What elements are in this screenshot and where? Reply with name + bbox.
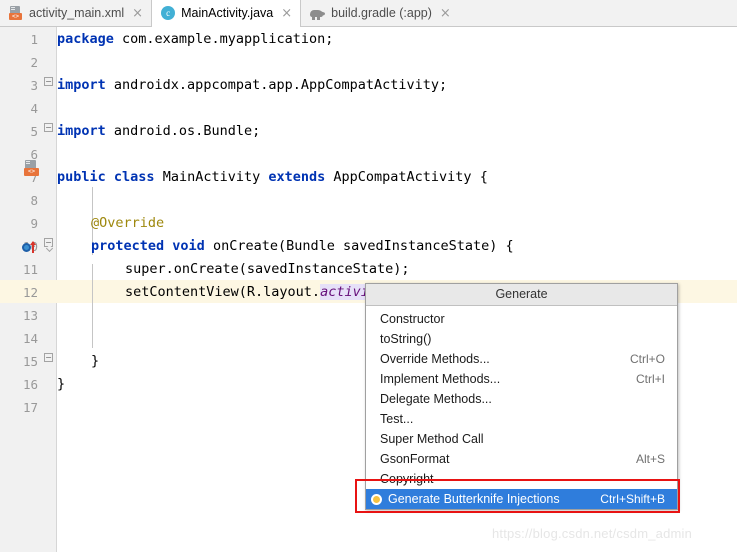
menu-item-test[interactable]: Test... bbox=[366, 409, 677, 429]
tab-build-gradle-app[interactable]: build.gradle (:app) × bbox=[301, 0, 459, 26]
fold-marker-method-end[interactable]: − bbox=[44, 353, 53, 362]
line-number: 12 bbox=[22, 285, 38, 300]
line-number: 11 bbox=[22, 262, 38, 277]
line-number: 13 bbox=[22, 308, 38, 323]
menu-item-super-method-call[interactable]: Super Method Call bbox=[366, 429, 677, 449]
menu-item-implement-methods[interactable]: Implement Methods... Ctrl+I bbox=[366, 369, 677, 389]
tab-label: MainActivity.java bbox=[181, 5, 274, 20]
popup-title: Generate bbox=[366, 284, 677, 306]
menu-item-label: Constructor bbox=[380, 312, 445, 326]
code-text: setContentView(R.layout. bbox=[125, 284, 321, 300]
menu-item-label: Generate Butterknife Injections bbox=[388, 492, 560, 506]
tab-label: build.gradle (:app) bbox=[331, 5, 432, 20]
menu-item-label: Copyright bbox=[380, 472, 434, 486]
line-number: 9 bbox=[30, 216, 38, 231]
code-text: android.os.Bundle; bbox=[105, 123, 261, 139]
editor-tab-bar: <> activity_main.xml × c MainActivity.ja… bbox=[0, 0, 737, 27]
menu-item-override-methods[interactable]: Override Methods... Ctrl+O bbox=[366, 349, 677, 369]
line-number: 15 bbox=[22, 354, 38, 369]
tab-mainactivity-java[interactable]: c MainActivity.java × bbox=[151, 0, 302, 27]
menu-item-shortcut: Alt+S bbox=[635, 452, 665, 466]
code-line-1: package com.example.myapplication; bbox=[57, 28, 333, 51]
keyword: class bbox=[113, 169, 155, 185]
line-number: 14 bbox=[22, 331, 38, 346]
line-number: 4 bbox=[30, 101, 38, 116]
code-text: androidx.appcompat.app.AppCompatActivity… bbox=[105, 77, 448, 93]
watermark-text: https://blog.csdn.net/csdm_admin bbox=[492, 526, 693, 541]
generate-popup-menu[interactable]: Generate Constructor toString() Override… bbox=[365, 283, 678, 510]
code-text: } bbox=[91, 353, 100, 369]
menu-item-copyright[interactable]: Copyright bbox=[366, 469, 677, 489]
menu-item-label: Implement Methods... bbox=[380, 372, 501, 386]
code-line-7: public class MainActivity extends AppCom… bbox=[57, 166, 488, 189]
line-number: 2 bbox=[30, 55, 38, 70]
menu-item-label: Override Methods... bbox=[380, 352, 490, 366]
keyword: void bbox=[172, 238, 205, 254]
tab-activity-main-xml[interactable]: <> activity_main.xml × bbox=[0, 0, 151, 26]
close-icon[interactable]: × bbox=[440, 7, 451, 20]
menu-item-shortcut: Ctrl+I bbox=[635, 372, 665, 386]
menu-item-label: toString() bbox=[380, 332, 432, 346]
code-line-15: } bbox=[91, 350, 99, 373]
code-text: AppCompatActivity { bbox=[325, 169, 488, 185]
menu-item-shortcut: Ctrl+Shift+B bbox=[600, 492, 665, 506]
keyword: public bbox=[57, 169, 106, 185]
line-number: 16 bbox=[22, 377, 38, 392]
keyword: import bbox=[57, 77, 106, 93]
keyword: package bbox=[57, 31, 114, 47]
keyword: extends bbox=[268, 169, 326, 185]
code-line-5: import android.os.Bundle; bbox=[57, 120, 260, 143]
tab-label: activity_main.xml bbox=[29, 5, 125, 20]
menu-item-constructor[interactable]: Constructor bbox=[366, 309, 677, 329]
fold-marker-method[interactable]: − bbox=[44, 238, 53, 247]
code-line-11: super.onCreate(savedInstanceState); bbox=[125, 258, 409, 281]
menu-item-shortcut: Ctrl+O bbox=[629, 352, 665, 366]
line-number: 8 bbox=[30, 193, 38, 208]
keyword: import bbox=[57, 123, 106, 139]
fold-marker-import[interactable]: − bbox=[44, 123, 53, 132]
code-text: onCreate(Bundle savedInstanceState) { bbox=[204, 238, 514, 254]
xml-layout-icon: <> bbox=[9, 6, 23, 20]
menu-item-tostring[interactable]: toString() bbox=[366, 329, 677, 349]
line-number: 5 bbox=[30, 124, 38, 139]
popup-item-list: Constructor toString() Override Methods.… bbox=[366, 306, 677, 509]
annotation-token: @Override bbox=[91, 215, 165, 231]
menu-item-delegate-methods[interactable]: Delegate Methods... bbox=[366, 389, 677, 409]
close-icon[interactable]: × bbox=[132, 7, 143, 20]
line-number: 3 bbox=[30, 78, 38, 93]
line-number: 17 bbox=[22, 400, 38, 415]
code-line-16: } bbox=[57, 373, 65, 396]
java-class-icon: c bbox=[161, 6, 176, 20]
code-line-9: @Override bbox=[91, 212, 164, 235]
code-line-3: import androidx.appcompat.app.AppCompatA… bbox=[57, 74, 447, 97]
menu-item-label: GsonFormat bbox=[380, 452, 450, 466]
menu-item-gsonformat[interactable]: GsonFormat Alt+S bbox=[366, 449, 677, 469]
code-line-10: protected void onCreate(Bundle savedInst… bbox=[91, 235, 514, 258]
line-number: 1 bbox=[30, 32, 38, 47]
close-icon[interactable]: × bbox=[281, 7, 292, 20]
fold-guide-line bbox=[92, 264, 93, 348]
related-layout-icon[interactable]: <> bbox=[24, 160, 40, 181]
code-text: super.onCreate(savedInstanceState); bbox=[125, 261, 410, 277]
menu-item-generate-butterknife-injections[interactable]: Generate Butterknife Injections Ctrl+Shi… bbox=[366, 489, 677, 509]
fold-marker-imports[interactable]: − bbox=[44, 77, 53, 86]
menu-item-label: Super Method Call bbox=[380, 432, 484, 446]
keyword: protected bbox=[91, 238, 165, 254]
menu-item-label: Delegate Methods... bbox=[380, 392, 492, 406]
menu-item-label: Test... bbox=[380, 412, 414, 426]
code-text: } bbox=[57, 376, 66, 392]
xml-layout-glyph: <> bbox=[24, 160, 40, 176]
code-text: MainActivity bbox=[154, 169, 269, 185]
code-text: com.example.myapplication; bbox=[113, 31, 334, 47]
butterknife-plugin-icon bbox=[371, 493, 382, 505]
overriding-method-icon[interactable] bbox=[22, 241, 40, 254]
gradle-icon bbox=[310, 6, 326, 20]
